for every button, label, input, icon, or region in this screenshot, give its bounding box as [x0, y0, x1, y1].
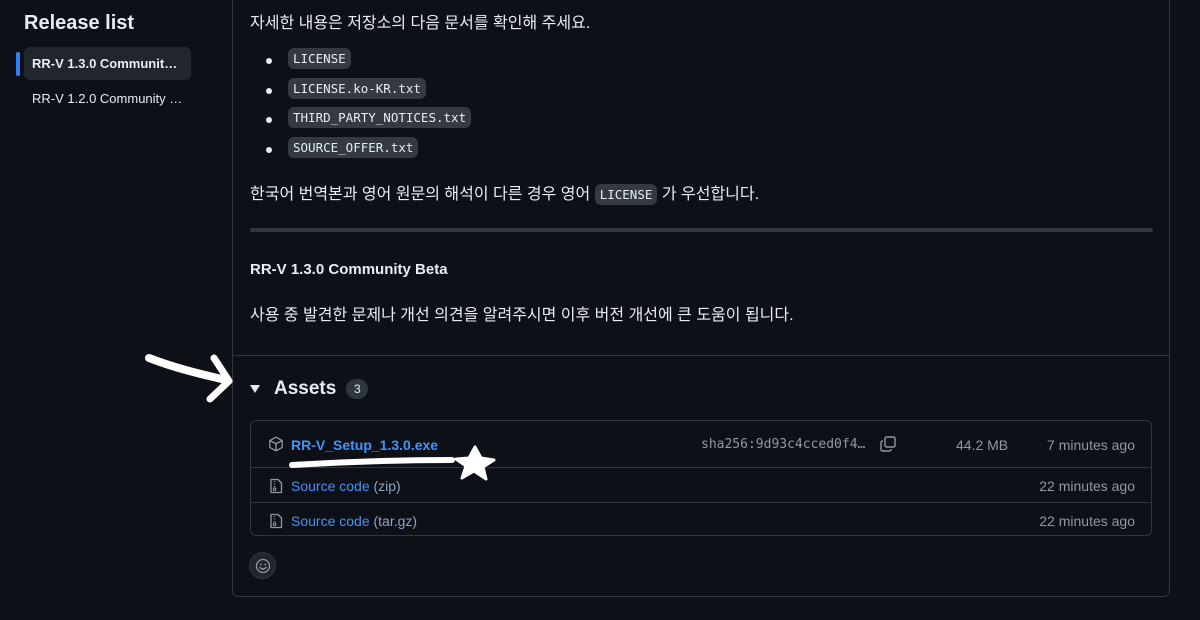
assets-count-badge: 3	[346, 379, 369, 399]
copy-icon[interactable]	[879, 435, 897, 453]
asset-format: (zip)	[373, 478, 401, 494]
inline-code: THIRD_PARTY_NOTICES.txt	[288, 107, 472, 128]
source-code-targz-link[interactable]: Source code (tar.gz)	[291, 513, 417, 529]
asset-download-link[interactable]: RR-V_Setup_1.3.0.exe	[291, 437, 438, 453]
assets-toggle[interactable]: Assets 3	[250, 378, 369, 400]
source-code-zip-link[interactable]: Source code (zip)	[291, 478, 401, 494]
sidebar-title: Release list	[24, 12, 135, 34]
divider	[250, 228, 1153, 232]
list-item: THIRD_PARTY_NOTICES.txt	[266, 107, 472, 139]
asset-row: Source code (tar.gz) 22 minutes ago	[251, 502, 1151, 537]
asset-row: RR-V_Setup_1.3.0.exe sha256:9d93c4cced0f…	[251, 429, 1151, 467]
precedence-note: 한국어 번역본과 영어 원문의 해석이 다른 경우 영어 LICENSE 가 우…	[250, 180, 760, 205]
inline-code: LICENSE	[288, 48, 351, 69]
asset-format: (tar.gz)	[373, 513, 418, 529]
assets-table: RR-V_Setup_1.3.0.exe sha256:9d93c4cced0f…	[250, 420, 1152, 536]
inline-code: LICENSE.ko-KR.txt	[288, 77, 426, 99]
inline-code: SOURCE_OFFER.txt	[288, 136, 419, 158]
asset-row: Source code (zip) 22 minutes ago	[251, 467, 1151, 502]
assets-title: Assets	[274, 378, 337, 399]
asset-size: 44.2 MB	[956, 437, 1009, 453]
sidebar-item-release-1-2-0[interactable]: RR-V 1.2.0 Community Beta	[24, 82, 191, 115]
package-icon	[269, 436, 283, 452]
page: Release list RR-V 1.3.0 Community Beta R…	[0, 0, 1200, 620]
note-text: 한국어 번역본과 영어 원문의 해석이 다른 경우 영어	[250, 186, 591, 203]
intro-text: 자세한 내용은 저장소의 다음 문서를 확인해 주세요.	[250, 15, 591, 32]
asset-time: 7 minutes ago	[1047, 437, 1135, 453]
note-text-end: 가 우선합니다.	[661, 186, 760, 203]
active-indicator	[16, 52, 20, 76]
smiley-icon	[255, 558, 270, 573]
asset-time: 22 minutes ago	[1039, 478, 1135, 494]
document-list: LICENSE LICENSE.ko-KR.txt THIRD_PARTY_NO…	[266, 48, 472, 169]
divider	[233, 355, 1169, 356]
asset-link-label: Source code	[291, 513, 370, 529]
asset-link-label: Source code	[291, 478, 370, 494]
feedback-text: 사용 중 발견한 문제나 개선 의견을 알려주시면 이후 버전 개선에 큰 도움…	[250, 307, 794, 324]
sidebar-item-release-1-3-0[interactable]: RR-V 1.3.0 Community Beta	[24, 47, 191, 80]
file-zip-icon	[270, 513, 283, 529]
caret-down-icon	[250, 385, 260, 393]
list-item: LICENSE	[266, 48, 471, 80]
asset-time: 22 minutes ago	[1039, 513, 1135, 529]
release-subheading: RR-V 1.3.0 Community Beta	[250, 261, 448, 278]
inline-code: LICENSE	[594, 184, 658, 205]
add-reaction-button[interactable]	[249, 552, 276, 579]
list-item: LICENSE.ko-KR.txt	[266, 77, 471, 110]
list-item: SOURCE_OFFER.txt	[266, 136, 471, 169]
file-zip-icon	[270, 478, 283, 494]
asset-hash: sha256:9d93c4cced0f4…	[701, 437, 866, 452]
release-list-sidebar: Release list RR-V 1.3.0 Community Beta R…	[0, 0, 220, 620]
